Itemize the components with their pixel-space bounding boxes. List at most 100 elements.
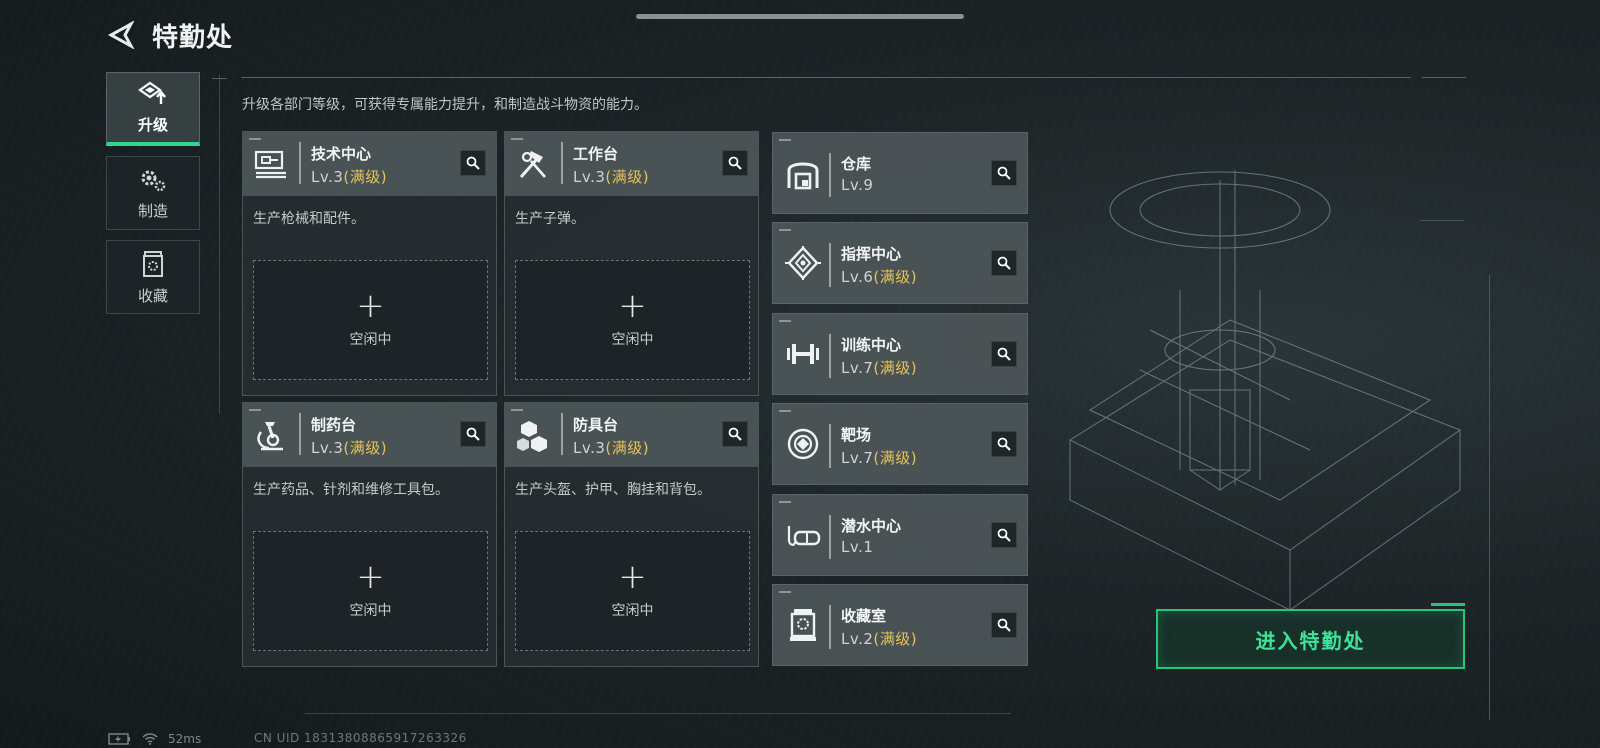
facility-name: 潜水中心	[841, 517, 902, 535]
level-value: Lv.6	[841, 268, 874, 286]
department-description: 生产枪械和配件。	[253, 211, 365, 227]
plus-icon: +	[356, 286, 385, 326]
facility-card-diving-center[interactable]: 潜水中心 Lv.1	[772, 494, 1028, 576]
inspect-button[interactable]	[991, 250, 1017, 276]
facility-name: 仓库	[841, 155, 872, 173]
max-level-tag: (满级)	[873, 449, 918, 467]
divider-end	[1422, 77, 1466, 78]
card-separator	[829, 243, 831, 287]
facility-level: Lv.9	[841, 176, 873, 194]
tab-collection[interactable]: 收藏	[106, 240, 200, 314]
hammer-wrench-icon	[513, 144, 553, 184]
ping-value: 52ms	[168, 732, 202, 746]
card-header: 工作台 Lv.3(满级)	[505, 132, 758, 196]
inspect-button[interactable]	[722, 150, 748, 176]
tab-manufacture-label: 制造	[137, 201, 168, 220]
tab-manufacture[interactable]: 制造	[106, 156, 200, 230]
battery-charging-icon	[108, 733, 130, 745]
inspect-button[interactable]	[991, 341, 1017, 367]
production-slot[interactable]: + 空闲中	[515, 531, 750, 651]
tab-upgrade[interactable]: 升级	[106, 72, 200, 146]
slot-status: 空闲中	[349, 603, 392, 619]
sidebar-rail	[219, 74, 220, 414]
slot-status: 空闲中	[611, 332, 654, 348]
back-arrow-icon	[107, 21, 135, 49]
department-description: 生产药品、针剂和维修工具包。	[253, 482, 449, 498]
divider	[241, 77, 1411, 78]
department-level: Lv.3(满级)	[573, 166, 649, 187]
card-separator	[561, 413, 563, 455]
plus-icon: +	[618, 557, 647, 597]
production-slot[interactable]: + 空闲中	[253, 260, 488, 380]
page-title: 特勤处	[152, 23, 234, 53]
max-level-tag: (满级)	[873, 359, 918, 377]
gears-icon	[141, 170, 166, 191]
department-name: 工作台	[573, 145, 619, 163]
level-value: Lv.3	[311, 439, 344, 457]
inspect-button[interactable]	[460, 421, 486, 447]
display-case-icon	[783, 605, 823, 645]
inspect-button[interactable]	[722, 421, 748, 447]
department-card-tech-center: 技术中心 Lv.3(满级) 生产枪械和配件。 + 空闲中	[242, 131, 497, 396]
department-name: 防具台	[573, 416, 619, 434]
department-level: Lv.3(满级)	[311, 166, 387, 187]
plus-icon: +	[618, 286, 647, 326]
card-separator	[561, 142, 563, 184]
facility-card-command-center[interactable]: 指挥中心 Lv.6(满级)	[772, 222, 1028, 304]
level-value: Lv.2	[841, 630, 874, 648]
department-description: 生产头盔、护甲、胸挂和背包。	[515, 482, 711, 498]
department-card-workbench: 工作台 Lv.3(满级) 生产子弹。 + 空闲中	[504, 131, 759, 396]
facility-name: 训练中心	[841, 336, 902, 354]
inspect-button[interactable]	[991, 612, 1017, 638]
department-level: Lv.3(满级)	[311, 437, 387, 458]
search-icon	[997, 618, 1011, 632]
inspect-button[interactable]	[460, 150, 486, 176]
level-value: Lv.1	[841, 538, 874, 556]
deco-tick	[1420, 220, 1464, 221]
search-icon	[997, 528, 1011, 542]
inspect-button[interactable]	[991, 160, 1017, 186]
facility-level: Lv.6(满级)	[841, 266, 917, 287]
search-icon	[728, 156, 742, 170]
max-level-tag: (满级)	[873, 630, 918, 648]
facility-level: Lv.2(满级)	[841, 628, 917, 649]
enter-special-ops-button[interactable]: 进入特勤处	[1156, 603, 1465, 669]
inspect-button[interactable]	[991, 522, 1017, 548]
production-slot[interactable]: + 空闲中	[515, 260, 750, 380]
microscope-icon	[251, 415, 291, 455]
diving-mask-icon	[783, 515, 823, 555]
department-card-armory: 防具台 Lv.3(满级) 生产头盔、护甲、胸挂和背包。 + 空闲中	[504, 402, 759, 667]
collection-icon	[143, 250, 163, 277]
inspect-button[interactable]	[991, 431, 1017, 457]
upgrade-icon	[138, 81, 166, 104]
facility-level: Lv.7(满级)	[841, 357, 917, 378]
top-handle-bar[interactable]	[636, 14, 964, 19]
card-header: 防具台 Lv.3(满级)	[505, 403, 758, 467]
max-level-tag: (满级)	[873, 268, 918, 286]
facility-card-training-center[interactable]: 训练中心 Lv.7(满级)	[772, 313, 1028, 395]
facility-level: Lv.1	[841, 538, 873, 556]
facility-card-collection-room[interactable]: 收藏室 Lv.2(满级)	[772, 584, 1028, 666]
level-value: Lv.3	[311, 168, 344, 186]
dumbbell-icon	[783, 334, 823, 374]
department-card-pharmacy: 制药台 Lv.3(满级) 生产药品、针剂和维修工具包。 + 空闲中	[242, 402, 497, 667]
facility-card-shooting-range[interactable]: 靶场 Lv.7(满级)	[772, 403, 1028, 485]
facility-name: 靶场	[841, 426, 872, 444]
production-slot[interactable]: + 空闲中	[253, 531, 488, 651]
back-button[interactable]	[104, 18, 138, 52]
search-icon	[466, 427, 480, 441]
card-separator	[829, 334, 831, 378]
level-value: Lv.7	[841, 449, 874, 467]
sidebar-rail-tick	[212, 78, 227, 79]
deco-vertical-line	[1489, 275, 1490, 720]
facility-card-warehouse[interactable]: 仓库 Lv.9	[772, 132, 1028, 214]
department-name: 技术中心	[311, 145, 372, 163]
max-level-tag: (满级)	[605, 439, 650, 457]
card-separator	[299, 413, 301, 455]
page-description: 升级各部门等级，可获得专属能力提升，和制造战斗物资的能力。	[242, 97, 648, 113]
max-level-tag: (满级)	[343, 439, 388, 457]
search-icon	[997, 437, 1011, 451]
department-description: 生产子弹。	[515, 211, 585, 227]
card-separator	[829, 515, 831, 559]
plus-icon: +	[356, 557, 385, 597]
